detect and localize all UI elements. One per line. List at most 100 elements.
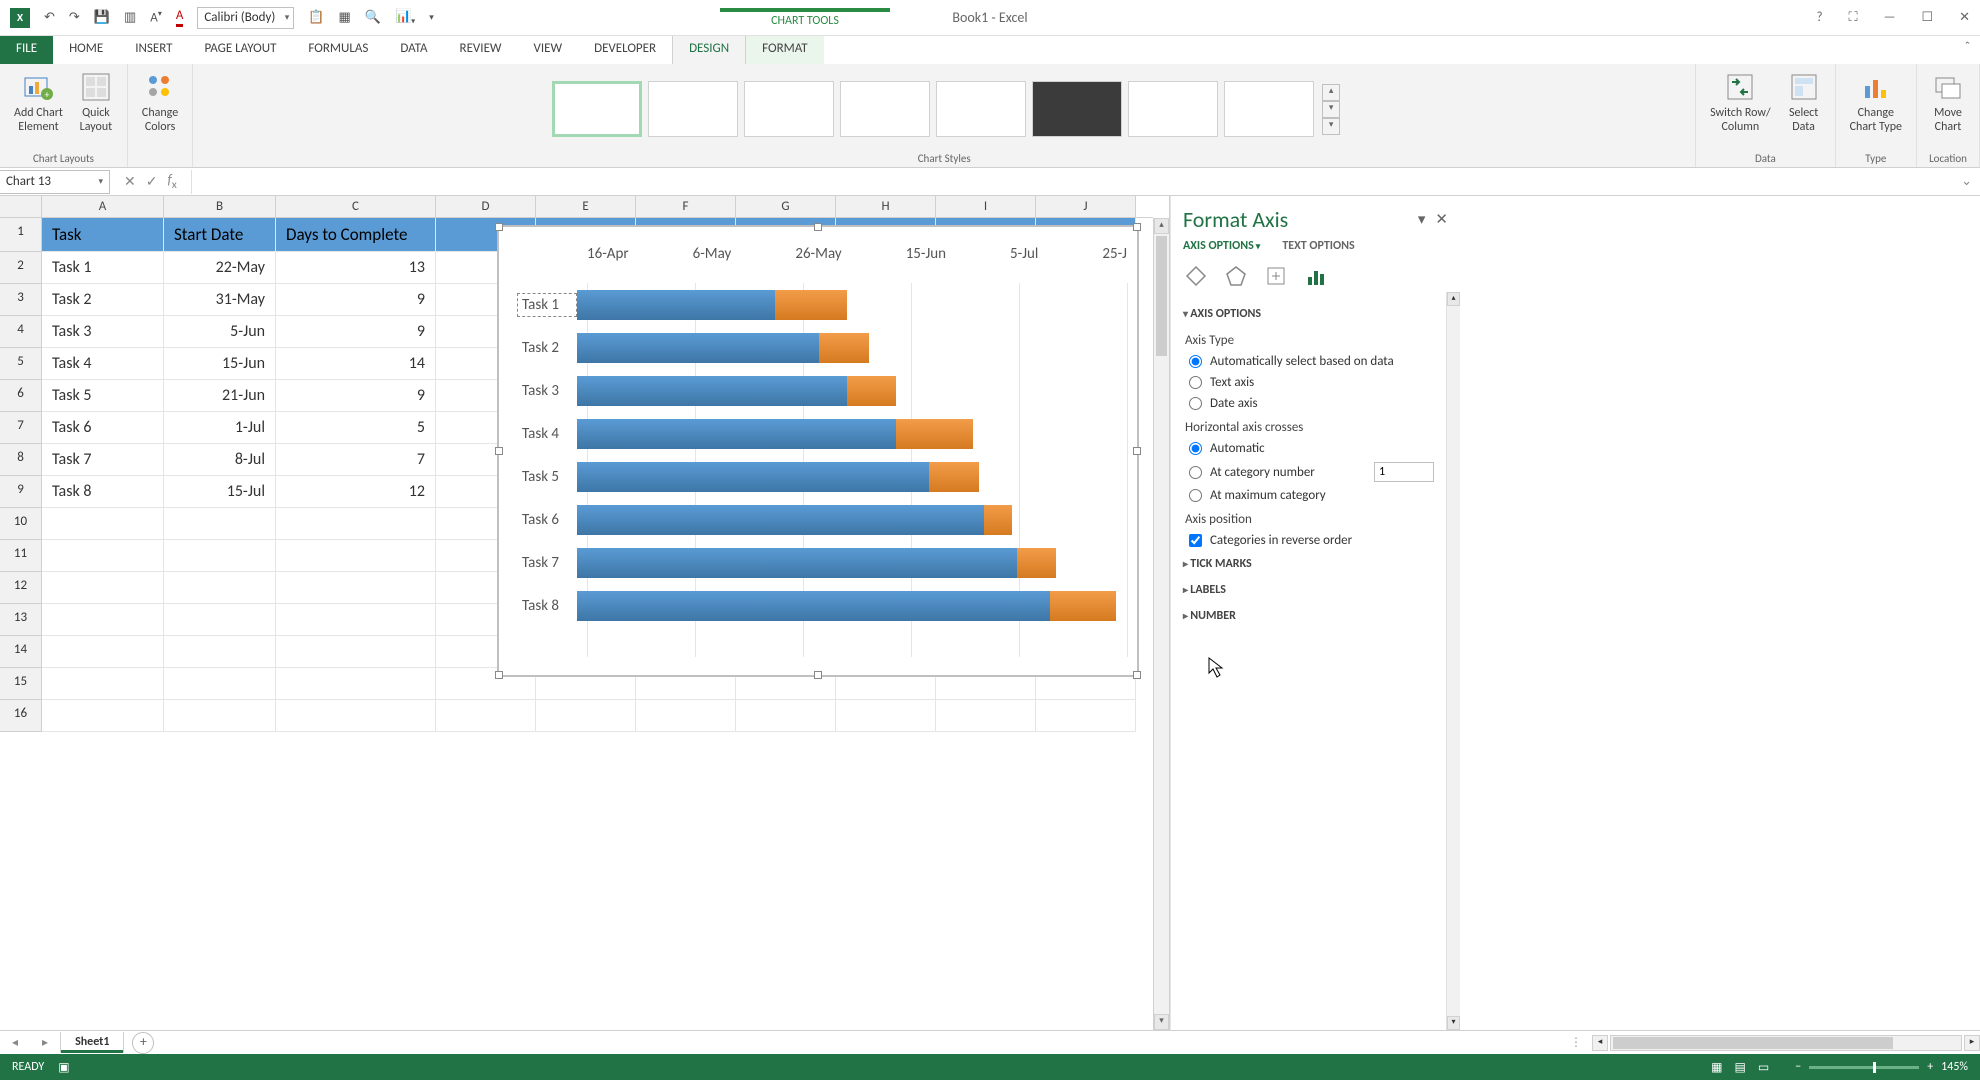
cell[interactable]: 5-Jun <box>164 316 276 348</box>
bar-segment-start[interactable] <box>577 333 819 363</box>
cell[interactable] <box>936 700 1036 732</box>
collapse-ribbon-icon[interactable]: ˆ <box>1955 36 1980 64</box>
zoom-in-icon[interactable]: + <box>1927 1060 1933 1074</box>
row-header[interactable]: 9 <box>0 476 42 508</box>
cell[interactable] <box>42 508 164 540</box>
column-header[interactable]: F <box>636 196 736 217</box>
print-preview-icon[interactable]: 🔍 <box>365 10 381 25</box>
cell[interactable]: Task 6 <box>42 412 164 444</box>
row-header[interactable]: 15 <box>0 668 42 700</box>
cell[interactable] <box>164 636 276 668</box>
add-sheet-button[interactable]: + <box>132 1032 154 1054</box>
row-header[interactable]: 8 <box>0 444 42 476</box>
row-header[interactable]: 16 <box>0 700 42 732</box>
cell[interactable]: 22-May <box>164 252 276 284</box>
vertical-scrollbar[interactable]: ▴▾ <box>1153 218 1169 1030</box>
cell[interactable]: 5 <box>276 412 436 444</box>
normal-view-icon[interactable]: ▦ <box>1711 1060 1722 1075</box>
styles-scroll[interactable]: ▴▾▾ <box>1322 84 1340 135</box>
column-header[interactable]: D <box>436 196 536 217</box>
qat-more-icon[interactable]: ▾ <box>429 12 434 23</box>
add-chart-element-button[interactable]: + Add Chart Element <box>8 68 69 137</box>
redo-icon[interactable]: ↷ <box>69 10 80 25</box>
tab-format[interactable]: FORMAT <box>746 36 823 64</box>
new-icon[interactable]: ▥ <box>124 10 136 25</box>
tab-formulas[interactable]: FORMULAS <box>292 36 384 64</box>
cell[interactable] <box>276 604 436 636</box>
cell[interactable]: 12 <box>276 476 436 508</box>
bar-segment-duration[interactable] <box>896 419 973 449</box>
row-header[interactable]: 12 <box>0 572 42 604</box>
cell[interactable]: 9 <box>276 380 436 412</box>
undo-icon[interactable]: ↶ <box>44 10 55 25</box>
cell[interactable] <box>164 540 276 572</box>
cell[interactable]: Task <box>42 218 164 252</box>
row-header[interactable]: 14 <box>0 636 42 668</box>
font-size-icon[interactable]: A▾ <box>150 9 162 25</box>
name-box[interactable]: Chart 13 <box>0 170 110 194</box>
resize-handle[interactable] <box>495 447 503 455</box>
cell[interactable]: 21-Jun <box>164 380 276 412</box>
row-header[interactable]: 3 <box>0 284 42 316</box>
column-header[interactable]: H <box>836 196 936 217</box>
cell[interactable]: 15-Jul <box>164 476 276 508</box>
y-category-label[interactable]: Task 5 <box>517 465 577 489</box>
checkbox-reverse-order[interactable]: Categories in reverse order <box>1183 530 1434 551</box>
section-axis-options[interactable]: AXIS OPTIONS <box>1183 301 1434 327</box>
cell[interactable]: Days to Complete <box>276 218 436 252</box>
cell[interactable] <box>536 700 636 732</box>
cell[interactable]: 15-Jun <box>164 348 276 380</box>
cell[interactable] <box>636 700 736 732</box>
column-header[interactable]: A <box>42 196 164 217</box>
switch-row-column-button[interactable]: Switch Row/ Column <box>1704 68 1776 137</box>
cell[interactable]: 7 <box>276 444 436 476</box>
move-chart-button[interactable]: Move Chart <box>1925 68 1971 137</box>
chart-style-1[interactable] <box>552 81 642 137</box>
tab-review[interactable]: REVIEW <box>444 36 518 64</box>
resize-handle[interactable] <box>814 671 822 679</box>
y-category-label[interactable]: Task 3 <box>517 379 577 403</box>
hscroll-right[interactable]: ▸ <box>1964 1035 1980 1051</box>
radio-auto-select[interactable]: Automatically select based on data <box>1183 351 1434 372</box>
bar-segment-start[interactable] <box>577 591 1050 621</box>
select-data-button[interactable]: Select Data <box>1781 68 1827 137</box>
zoom-out-icon[interactable]: − <box>1795 1060 1801 1074</box>
tab-developer[interactable]: DEVELOPER <box>578 36 672 64</box>
bar-segment-duration[interactable] <box>984 505 1012 535</box>
formula-input[interactable] <box>191 170 1953 194</box>
save-icon[interactable]: 💾 <box>94 10 110 25</box>
select-all-corner[interactable] <box>0 196 42 217</box>
tab-file[interactable]: FILE <box>0 36 53 64</box>
row-header[interactable]: 5 <box>0 348 42 380</box>
cell[interactable]: Task 3 <box>42 316 164 348</box>
resize-handle[interactable] <box>495 223 503 231</box>
horizontal-scrollbar[interactable] <box>1610 1035 1962 1051</box>
cell[interactable] <box>276 700 436 732</box>
cell[interactable] <box>164 604 276 636</box>
cell[interactable] <box>164 572 276 604</box>
bar-segment-duration[interactable] <box>847 376 897 406</box>
cell[interactable]: 9 <box>276 316 436 348</box>
tab-view[interactable]: VIEW <box>518 36 579 64</box>
layout-icon[interactable]: ▦ <box>339 10 351 25</box>
radio-text-axis[interactable]: Text axis <box>1183 372 1434 393</box>
cell[interactable] <box>42 540 164 572</box>
bar-segment-start[interactable] <box>577 419 896 449</box>
cell[interactable] <box>42 668 164 700</box>
chart-icon[interactable]: 📊▾ <box>395 9 415 27</box>
bar-segment-duration[interactable] <box>775 290 847 320</box>
radio-crosses-at-max[interactable]: At maximum category <box>1183 485 1434 506</box>
radio-crosses-automatic[interactable]: Automatic <box>1183 438 1434 459</box>
tab-home[interactable]: HOME <box>53 36 119 64</box>
row-header[interactable]: 6 <box>0 380 42 412</box>
pane-close-icon[interactable]: ✕ <box>1435 210 1448 229</box>
tab-design[interactable]: DESIGN <box>672 36 746 64</box>
cell[interactable]: 31-May <box>164 284 276 316</box>
cell[interactable]: Task 7 <box>42 444 164 476</box>
y-category-label[interactable]: Task 4 <box>517 422 577 446</box>
cell[interactable]: Task 1 <box>42 252 164 284</box>
column-header[interactable]: E <box>536 196 636 217</box>
column-header[interactable]: G <box>736 196 836 217</box>
row-header[interactable]: 13 <box>0 604 42 636</box>
cell[interactable]: Task 2 <box>42 284 164 316</box>
